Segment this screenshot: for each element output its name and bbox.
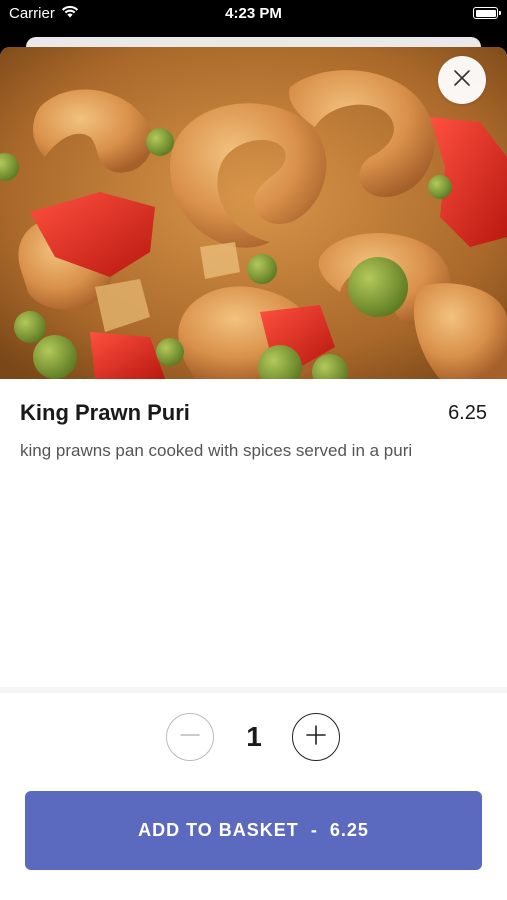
quantity-stepper: 1 <box>0 713 507 763</box>
status-time: 4:23 PM <box>225 5 282 22</box>
increase-quantity-button[interactable] <box>292 713 340 761</box>
minus-icon <box>178 723 202 752</box>
add-to-basket-button[interactable]: ADD TO BASKET - 6.25 <box>25 791 482 870</box>
item-title: King Prawn Puri <box>20 400 190 425</box>
screen: Carrier 4:23 PM King Prawn Puri 6.25 kin… <box>0 0 507 900</box>
quantity-value: 1 <box>246 721 262 752</box>
plus-icon <box>304 723 328 752</box>
add-to-basket-label: ADD TO BASKET <box>138 820 299 840</box>
item-description: king prawns pan cooked with spices serve… <box>20 441 413 460</box>
close-button[interactable] <box>438 56 486 104</box>
add-to-basket-separator: - <box>310 820 318 840</box>
decrease-quantity-button[interactable] <box>166 713 214 761</box>
order-panel: 1 ADD TO BASKET - 6.25 <box>0 687 507 900</box>
battery-icon <box>473 7 501 19</box>
status-bar: Carrier 4:23 PM <box>0 0 507 30</box>
close-icon <box>453 69 471 92</box>
food-photo <box>0 47 507 379</box>
item-price: 6.25 <box>448 402 487 424</box>
item-detail-sheet: King Prawn Puri 6.25 king prawns pan coo… <box>0 47 507 900</box>
add-to-basket-price: 6.25 <box>329 820 369 840</box>
